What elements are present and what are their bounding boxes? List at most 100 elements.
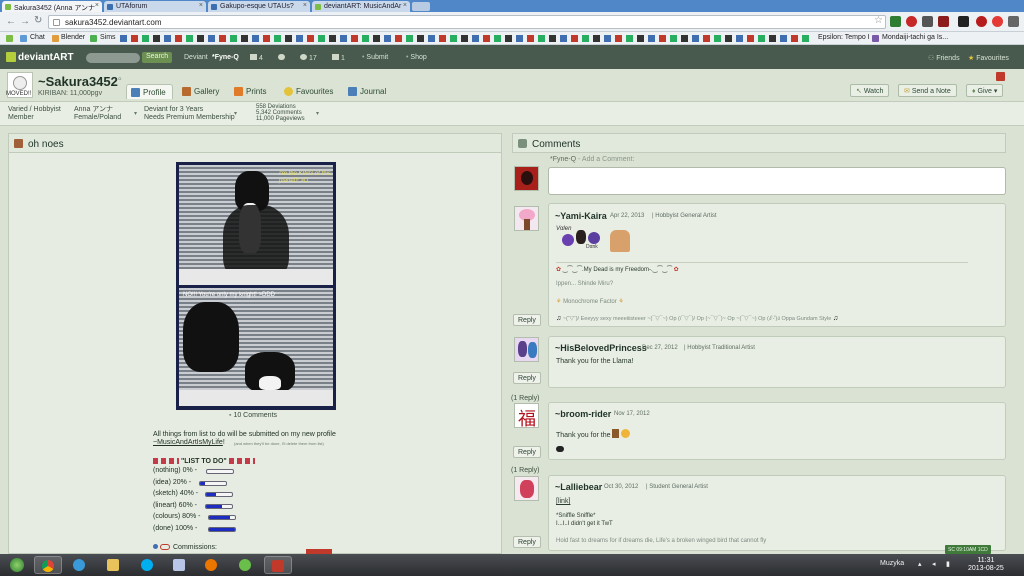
extension-icon[interactable]: [976, 16, 987, 27]
close-icon[interactable]: ×: [303, 2, 307, 9]
extension-icon[interactable]: [922, 16, 933, 27]
tab-favourites[interactable]: Favourites: [280, 84, 339, 99]
start-button[interactable]: [4, 556, 32, 574]
my-avatar[interactable]: [514, 166, 539, 191]
reply-button[interactable]: Reply: [513, 314, 541, 326]
system-clock[interactable]: 11:31 2013-08-25: [968, 557, 1004, 573]
extension-icon[interactable]: [906, 16, 917, 27]
reply-button[interactable]: Reply: [513, 446, 541, 458]
taskbar-app[interactable]: [66, 556, 94, 574]
comment-date[interactable]: Nov 17, 2012: [614, 411, 650, 417]
watch-button[interactable]: ↖ Watch: [850, 84, 890, 97]
reply-button[interactable]: Reply: [513, 372, 541, 384]
badge-icon[interactable]: [996, 72, 1005, 81]
notification-activity[interactable]: 1: [332, 54, 345, 62]
bookmark-star-icon[interactable]: ☆: [874, 15, 883, 26]
tray-language[interactable]: Muzyka: [880, 560, 904, 567]
reply-button[interactable]: Reply: [513, 536, 541, 548]
bookmark-epsilon[interactable]: Epsilon: Tempo I: [818, 34, 870, 41]
address-bar[interactable]: sakura3452.deviantart.com: [48, 15, 886, 29]
favourites-link[interactable]: ★ Favourites: [968, 54, 1009, 62]
opera-icon[interactable]: [992, 16, 1003, 27]
commenter-avatar[interactable]: 福: [514, 403, 539, 430]
shop-link[interactable]: • Shop: [406, 54, 427, 61]
dropdown-icon[interactable]: ▾: [134, 110, 137, 117]
taskbar-explorer[interactable]: [100, 556, 128, 574]
taskbar-app[interactable]: [264, 556, 292, 574]
notification-watch[interactable]: 17: [300, 54, 317, 62]
tray-network-icon[interactable]: ▮: [946, 560, 950, 568]
commenter-role: | Hobbyist Traditional Artist: [684, 345, 755, 351]
comment-date[interactable]: Oct 30, 2012: [604, 484, 638, 490]
comment-link[interactable]: [link]: [556, 498, 570, 505]
dropdown-icon[interactable]: ▾: [234, 110, 237, 117]
new-profile-link[interactable]: ~MusicAndArtIsMyLife!: [153, 439, 225, 446]
new-tab-button[interactable]: [412, 2, 430, 11]
commenter-avatar[interactable]: [514, 476, 539, 501]
back-icon[interactable]: ←: [6, 16, 16, 27]
tab-journal[interactable]: Journal: [344, 84, 392, 99]
bookmark-mondaiji[interactable]: Mondaiji-tachi ga Is...: [882, 34, 948, 41]
extension-icon[interactable]: [958, 16, 969, 27]
da-search-button[interactable]: Search: [142, 52, 173, 63]
deviantart-logo[interactable]: deviantART: [6, 52, 74, 63]
bookmark-icon: [6, 35, 13, 42]
tray-up-arrow-icon[interactable]: ▴: [918, 560, 922, 568]
comment-username[interactable]: ~broom-rider: [555, 409, 611, 419]
friends-link[interactable]: ⚇ Friends: [928, 54, 960, 62]
tab-gakupo-utaus[interactable]: Gakupo-esque UTAUs? ×: [208, 1, 310, 12]
close-icon[interactable]: ×: [95, 2, 99, 9]
comment-username[interactable]: ~Yami-Kaira: [555, 211, 607, 221]
comment-username[interactable]: ~HisBelovedPrincess: [555, 343, 647, 353]
progress-bar-fill: [206, 505, 222, 508]
comment-date[interactable]: Dec 27, 2012: [642, 345, 678, 351]
taskbar-app[interactable]: [166, 556, 194, 574]
skype-icon: [141, 559, 153, 571]
tab-utaforum[interactable]: UTAforum ×: [104, 1, 206, 12]
tab-profile[interactable]: Profile: [126, 84, 173, 99]
deviation-comments-link[interactable]: ▪ 10 Comments: [229, 412, 277, 419]
da-logo-icon: [6, 52, 16, 62]
bookmark-chat[interactable]: Chat: [30, 34, 45, 41]
replies-count[interactable]: (1 Reply): [511, 395, 539, 402]
deviant-username[interactable]: *Fyne-Q: [212, 54, 239, 61]
commission-icon: [160, 544, 170, 550]
tab-prints[interactable]: Prints: [230, 84, 272, 99]
comment-date[interactable]: Apr 22, 2013: [610, 213, 644, 219]
rose-icon: ✿: [673, 267, 679, 273]
da-search-input[interactable]: [86, 53, 140, 63]
close-icon[interactable]: ×: [199, 2, 203, 9]
commenter-avatar[interactable]: [514, 206, 539, 231]
send-note-button[interactable]: ✉ Send a Note: [898, 84, 957, 97]
bookmark-blender[interactable]: Blender: [61, 34, 85, 41]
taskbar-blender[interactable]: [198, 556, 226, 574]
taskbar-skype[interactable]: [134, 556, 162, 574]
featured-artwork[interactable]: I'm the KING of this planet!! >D NO!!! Y…: [176, 162, 336, 410]
close-icon[interactable]: ×: [403, 2, 407, 9]
notification-messages[interactable]: 4: [250, 54, 263, 62]
submit-link[interactable]: • Submit: [362, 54, 388, 61]
notification-games[interactable]: [278, 54, 285, 62]
extension-icon[interactable]: [890, 16, 901, 27]
replies-count[interactable]: (1 Reply): [511, 467, 539, 474]
tab-sakura3452[interactable]: Sakura3452 (Anna アンナ ×: [2, 1, 102, 12]
tray-badge: SC 09:10AM 1CD: [945, 545, 991, 554]
menu-icon[interactable]: [1008, 16, 1019, 27]
tray-volume-icon[interactable]: ◂: [932, 560, 936, 568]
bookmark-sims[interactable]: Sims: [100, 34, 116, 41]
tab-gallery[interactable]: Gallery: [178, 84, 225, 99]
taskbar-chrome[interactable]: [34, 556, 62, 574]
comment-input[interactable]: [548, 167, 1006, 195]
comment-username[interactable]: ~Lalliebear: [555, 482, 602, 492]
give-button[interactable]: ♦ Give ▾: [966, 84, 1004, 97]
tab-musicandart[interactable]: deviantART: MusicAndAr ×: [312, 1, 410, 12]
dropdown-icon[interactable]: ▾: [316, 110, 319, 117]
forward-icon[interactable]: →: [20, 16, 30, 27]
commissions-label: Commissions:: [153, 544, 217, 551]
taskbar-app[interactable]: [232, 556, 260, 574]
extension-icon[interactable]: [938, 16, 949, 27]
commenter-avatar[interactable]: [514, 337, 539, 362]
bookmark-icons-row[interactable]: [120, 35, 810, 42]
reload-icon[interactable]: ↻: [34, 15, 42, 26]
profile-username[interactable]: ~Sakura3452○: [38, 74, 122, 89]
